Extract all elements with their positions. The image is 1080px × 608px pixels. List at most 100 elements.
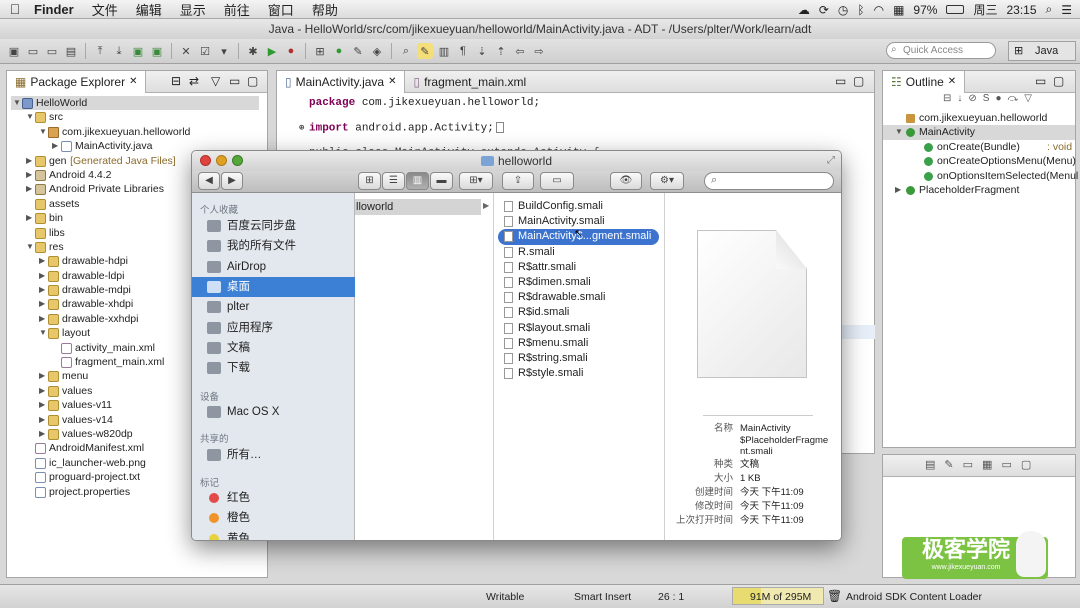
collapsed-arrow-icon[interactable]: ▶ [895, 183, 904, 197]
list-view-button[interactable]: ☰ [382, 172, 405, 190]
collapsed-arrow-icon[interactable]: ▶ [39, 384, 48, 398]
android-sdk-icon[interactable]: ▣ [130, 43, 146, 59]
collapsed-arrow-icon[interactable]: ▶ [39, 269, 48, 283]
close-icon[interactable]: ✕ [948, 71, 956, 93]
collapsed-arrow-icon[interactable]: ▶ [39, 413, 48, 427]
menu-go[interactable]: 前往 [215, 0, 259, 19]
collapse-all-icon[interactable]: ⊟ [171, 74, 181, 88]
collapsed-arrow-icon[interactable]: ▶ [39, 427, 48, 441]
sidebar-item-device[interactable]: Mac OS X [192, 402, 355, 422]
menu-edit[interactable]: 编辑 [127, 0, 171, 19]
sidebar-item-favorite[interactable]: 桌面 [192, 276, 355, 297]
collapsed-arrow-icon[interactable]: ▶ [52, 139, 61, 153]
mark-occurrences-icon[interactable]: ✎ [417, 43, 433, 59]
view-menu-icon[interactable]: ▽ [1024, 93, 1038, 104]
view-menu-icon[interactable]: ▽ [211, 74, 220, 88]
clock-icon[interactable]: ◷ [838, 3, 848, 17]
menu-help[interactable]: 帮助 [303, 0, 347, 19]
expanded-arrow-icon[interactable]: ▼ [895, 125, 904, 139]
block-selection-icon[interactable]: ▥ [436, 43, 452, 59]
collapsed-arrow-icon[interactable]: ▶ [26, 168, 35, 182]
flag-icon[interactable]: ▦ [893, 3, 904, 17]
display-icon[interactable]: ▭ [963, 459, 982, 471]
menu-window[interactable]: 窗口 [259, 0, 303, 19]
tab-outline[interactable]: ☷ Outline ✕ [883, 70, 966, 93]
sidebar-item-tag[interactable]: 橙色 [192, 508, 355, 528]
sidebar-item-favorite[interactable]: plter [192, 297, 355, 317]
outline-item[interactable]: ▶ PlaceholderFragment [883, 183, 1075, 197]
file-row[interactable]: R$id.smali [498, 305, 569, 320]
minimize-icon[interactable]: ▭ [835, 74, 846, 88]
finder-search-input[interactable] [704, 172, 834, 190]
external-tools-icon[interactable]: ● [283, 43, 299, 59]
collapsed-arrow-icon[interactable]: ▶ [39, 283, 48, 297]
quick-access-input[interactable]: Quick Access [886, 42, 996, 59]
open-type-icon[interactable]: ◈ [369, 43, 385, 59]
expanded-arrow-icon[interactable]: ▼ [39, 125, 48, 139]
hide-static-icon[interactable]: S [983, 93, 996, 104]
minimize-icon[interactable]: ▭ [229, 74, 240, 88]
tab-mainactivity-java[interactable]: ▯ MainActivity.java ✕ [277, 70, 406, 93]
close-icon[interactable]: ✕ [129, 71, 137, 93]
coverflow-view-button[interactable]: ▬ [430, 172, 453, 190]
back-icon[interactable]: ⇦ [512, 43, 528, 59]
apple-icon[interactable]:  [0, 1, 30, 17]
search-tool-icon[interactable]: ⌕ [398, 43, 414, 59]
bluetooth-icon[interactable]: ᛒ [857, 3, 864, 17]
save-icon[interactable]: ▭ [25, 43, 41, 59]
sync-icon[interactable]: ⟳ [819, 3, 829, 17]
file-row[interactable]: R.smali [498, 245, 555, 260]
collapsed-arrow-icon[interactable]: ▶ [26, 182, 35, 196]
fold-expand-icon[interactable]: ⊕ [299, 123, 304, 133]
hide-nonpublic-icon[interactable]: ● [995, 93, 1007, 104]
upload-icon[interactable]: ⤒ [92, 43, 108, 59]
maximize-icon[interactable]: ▢ [247, 74, 258, 88]
quick-look-button[interactable]: 👁 [610, 172, 642, 190]
file-row[interactable]: R$attr.smali [498, 260, 576, 275]
download-icon[interactable]: ⤓ [111, 43, 127, 59]
clock-time[interactable]: 23:15 [1006, 3, 1036, 17]
menu-view[interactable]: 显示 [171, 0, 215, 19]
run-icon[interactable]: ▶ [264, 43, 280, 59]
tab-fragment-main-xml[interactable]: ▯ fragment_main.xml [405, 71, 534, 93]
fullscreen-icon[interactable]: ⤢ [827, 151, 835, 171]
outline-item[interactable]: ▼ MainActivity [883, 125, 1075, 140]
cloud-icon[interactable]: ☁ [798, 3, 810, 17]
wand-icon[interactable]: ✎ [350, 43, 366, 59]
maximize-icon[interactable]: ▢ [1053, 74, 1064, 88]
print-icon[interactable]: ▤ [63, 43, 79, 59]
collapsed-arrow-icon[interactable]: ▶ [39, 297, 48, 311]
collapsed-arrow-icon[interactable]: ▶ [39, 254, 48, 268]
tree-item[interactable]: ▼ src [7, 110, 267, 124]
sidebar-item-favorite[interactable]: 应用程序 [192, 318, 355, 338]
file-row[interactable]: R$layout.smali [498, 321, 590, 336]
close-icon[interactable]: ✕ [388, 71, 396, 93]
battery-icon[interactable] [946, 5, 965, 14]
forward-icon[interactable]: ⇨ [531, 43, 547, 59]
collapsed-arrow-icon[interactable]: ▶ [39, 312, 48, 326]
tree-item[interactable]: ▼ com.jikexueyuan.helloworld [7, 125, 267, 139]
back-button[interactable]: ◀ [198, 172, 220, 190]
menu-app-name[interactable]: Finder [30, 2, 83, 17]
hide-fields-icon[interactable]: ⊘ [968, 93, 982, 104]
close-window-button[interactable] [200, 155, 211, 166]
debug-icon[interactable]: ✱ [245, 43, 261, 59]
sidebar-item-shared[interactable]: 所有… [192, 445, 355, 465]
next-annotation-icon[interactable]: ⇣ [474, 43, 490, 59]
menu-file[interactable]: 文件 [83, 0, 127, 19]
outline-item[interactable]: onCreate(Bundle): void [883, 140, 1075, 154]
expanded-arrow-icon[interactable]: ▼ [13, 96, 22, 110]
collapse-all-icon[interactable]: ⊟ [943, 93, 957, 104]
expanded-arrow-icon[interactable]: ▼ [39, 326, 48, 340]
gc-trash-icon[interactable]: 🗑 [827, 589, 842, 603]
lint-icon[interactable]: ✕ [178, 43, 194, 59]
tags-button[interactable]: ▭ [540, 172, 574, 190]
new-java-class-icon[interactable]: ● [331, 43, 347, 59]
heap-status[interactable]: 91M of 295M [732, 587, 824, 605]
sidebar-item-tag[interactable]: 红色 [192, 488, 355, 508]
maximize-icon[interactable]: ▢ [1021, 459, 1040, 471]
file-row[interactable]: R$string.smali [498, 351, 588, 366]
new-java-package-icon[interactable]: ⊞ [312, 43, 328, 59]
sidebar-item-tag[interactable]: 黄色 [192, 529, 355, 540]
outline-item[interactable]: onOptionsItemSelected(Menul [883, 169, 1078, 183]
